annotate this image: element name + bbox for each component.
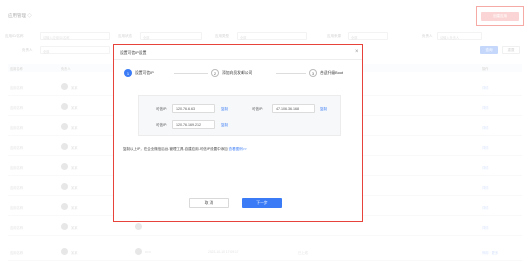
step-connector [276, 73, 306, 74]
step-3-number: 3 [309, 69, 317, 77]
step-connector [174, 73, 208, 74]
step-2-label: 添加向员发邮公司 [222, 70, 253, 75]
copy-button-3[interactable]: 复制 [221, 123, 228, 128]
view-example-link[interactable]: 查看图例>> [229, 147, 247, 151]
step-3-label: 合适升级Boot [320, 70, 343, 75]
ip-field-3[interactable]: 120.76.169.212 [172, 120, 215, 129]
ip-label-2: 可信IP: [252, 107, 264, 111]
copy-button-2[interactable]: 复制 [320, 107, 327, 112]
next-step-button[interactable]: 下一步 [242, 198, 282, 208]
step-1-number: 1 [124, 69, 132, 77]
step-1-label: 设置可信IP [135, 70, 154, 75]
dialog-title: 设置可信IP设置 [120, 51, 147, 55]
ip-label-3: 可信IP: [156, 123, 168, 127]
ip-field-1[interactable]: 120.76.6.63 [172, 104, 215, 113]
instruction-note: 复制以上IP，在企业微信后台-管理工具-自建应用-可信IP设置中添加 查看图例>… [123, 147, 247, 152]
close-icon[interactable]: × [355, 49, 359, 55]
step-1: 1 设置可信IP [124, 69, 154, 77]
cancel-button[interactable]: 取 消 [189, 198, 229, 208]
step-3: 3 合适升级Boot [309, 69, 343, 77]
ip-field-2[interactable]: 47.106.36.168 [272, 104, 315, 113]
dialog-divider [114, 59, 362, 60]
trusted-ip-dialog: 设置可信IP设置 × 1 设置可信IP 2 添加向员发邮公司 3 合适升级Boo… [113, 44, 363, 222]
copy-button-1[interactable]: 复制 [221, 107, 228, 112]
step-2: 2 添加向员发邮公司 [211, 69, 252, 77]
ip-label-1: 可信IP: [156, 107, 168, 111]
instruction-text: 复制以上IP，在企业微信后台-管理工具-自建应用-可信IP设置中添加 [123, 147, 228, 151]
step-2-number: 2 [211, 69, 219, 77]
ip-list-box: 可信IP: 120.76.6.63 复制 可信IP: 47.106.36.168… [138, 95, 341, 136]
